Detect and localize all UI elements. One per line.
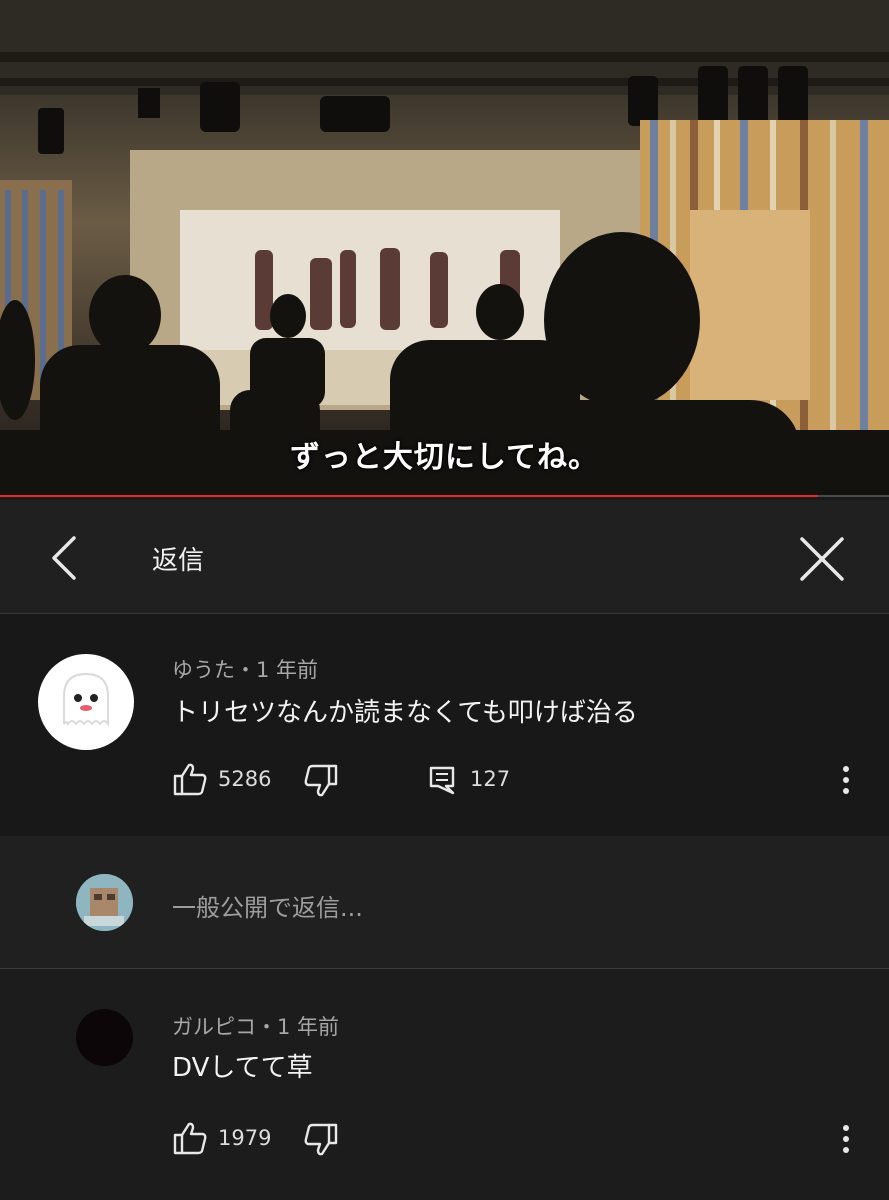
dislike-icon[interactable] (303, 764, 339, 802)
like-icon[interactable] (172, 762, 208, 800)
comment-text: トリセツなんか読まなくても叩けば治る (172, 698, 638, 728)
like-count: 1979 (218, 1126, 272, 1150)
video-progress-fill (0, 495, 818, 497)
more-vertical-icon[interactable] (836, 1119, 856, 1159)
dislike-icon[interactable] (303, 1123, 339, 1161)
user-avatar (76, 874, 133, 931)
more-vertical-icon[interactable] (836, 760, 856, 800)
video-player[interactable]: ずっと大切にしてね。 (0, 0, 889, 497)
main-comment: ゆうた・1 年前 トリセツなんか読まなくても叩けば治る 5286 127 (0, 614, 889, 836)
like-count: 5286 (218, 767, 272, 791)
reply-icon[interactable] (428, 765, 456, 799)
reply-input[interactable]: 一般公開で返信... (172, 888, 363, 923)
comment-meta: ガルピコ・1 年前 (172, 1015, 340, 1039)
chevron-left-icon[interactable] (44, 533, 88, 583)
reply-comment: ガルピコ・1 年前 DVしてて草 1979 (0, 969, 889, 1200)
page-title: 返信 (152, 546, 205, 576)
video-frame (0, 0, 889, 497)
reply-input-area: 一般公開で返信... (0, 836, 889, 969)
video-subtitle: ずっと大切にしてね。 (289, 440, 600, 475)
close-icon[interactable] (796, 533, 848, 585)
replies-header: 返信 (0, 500, 889, 614)
video-progress-bar[interactable] (0, 495, 889, 497)
reply-count: 127 (470, 767, 511, 791)
reply-author-avatar[interactable] (76, 1009, 133, 1066)
comment-text: DVしてて草 (172, 1053, 313, 1083)
ghost-avatar-icon[interactable] (38, 654, 134, 750)
like-icon[interactable] (172, 1121, 208, 1159)
comment-meta: ゆうた・1 年前 (172, 658, 319, 682)
